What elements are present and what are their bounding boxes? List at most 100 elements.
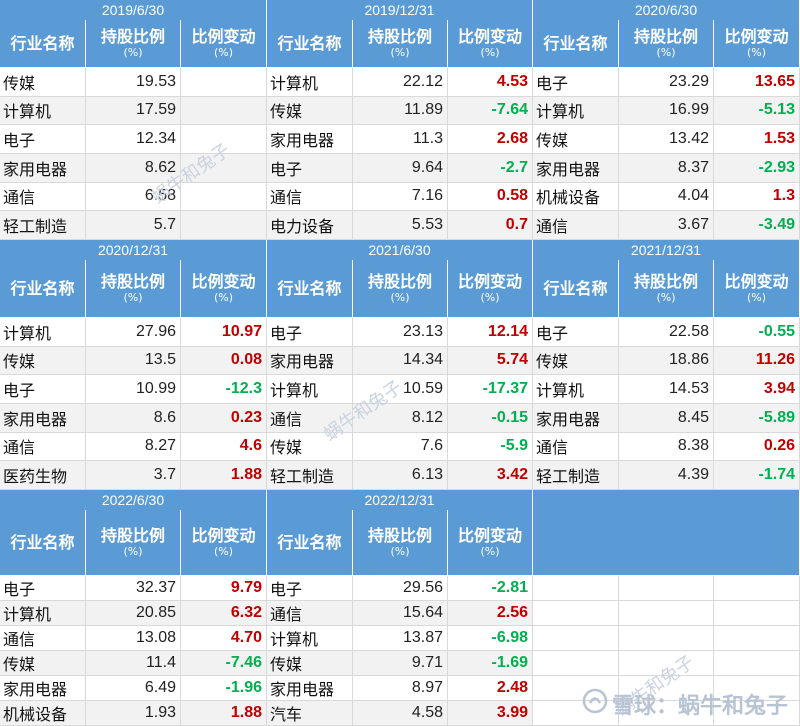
table-row: 轻工制造 6.13 3.42 — [267, 461, 533, 490]
table-row: 通信 8.27 4.6 — [0, 432, 267, 462]
holding-value: 10.59 — [353, 375, 448, 403]
change-value: 13.65 — [714, 68, 800, 96]
change-value: -5.9 — [448, 432, 533, 461]
holding-value: 6.49 — [86, 676, 181, 700]
empty-panel — [533, 490, 800, 726]
holding-value: 5.7 — [86, 211, 181, 239]
industry-name: 通信 — [267, 182, 353, 211]
table-row: 通信 6.58 — [0, 182, 267, 212]
empty-cell — [714, 626, 800, 651]
column-header-label: 行业名称 — [277, 33, 342, 53]
column-header-unit: (%) — [390, 291, 410, 304]
industry-name: 轻工制造 — [0, 211, 86, 239]
change-value: 4.53 — [448, 68, 533, 96]
period-table: 2020/6/30 行业名称 持股比例 (%) 比例变动 (%) 电子 23.29 13.65 计… — [533, 0, 800, 240]
empty-cell — [714, 651, 800, 676]
period-date: 2020/6/30 — [533, 0, 800, 21]
empty-cell — [714, 576, 800, 601]
change-value: -0.55 — [714, 318, 800, 346]
industry-name: 传媒 — [0, 68, 86, 96]
holding-value: 6.58 — [86, 182, 181, 211]
industry-name: 电子 — [267, 154, 353, 182]
table-row: 通信 13.08 4.70 — [0, 626, 267, 651]
change-value: -3.49 — [714, 211, 800, 239]
industry-name: 计算机 — [533, 96, 619, 125]
industry-name: 电子 — [533, 68, 619, 96]
change-value: -2.7 — [448, 154, 533, 182]
holding-value: 3.67 — [619, 211, 714, 239]
holding-value: 8.6 — [86, 404, 181, 432]
industry-name: 家用电器 — [267, 346, 353, 375]
holding-value: 9.64 — [353, 154, 448, 182]
change-column-header: 比例变动 (%) — [181, 20, 267, 68]
industry-name: 汽车 — [267, 701, 353, 725]
change-value: -2.93 — [714, 154, 800, 182]
table-row: 传媒 11.89 -7.64 — [267, 96, 533, 126]
empty-cell — [533, 626, 619, 651]
change-value: 4.6 — [181, 432, 267, 461]
column-header-label: 比例变动 — [457, 526, 522, 545]
empty-cell — [714, 701, 800, 726]
change-value: -6.98 — [448, 626, 533, 650]
industry-name: 通信 — [0, 432, 86, 461]
column-header-unit: (%) — [656, 46, 676, 59]
change-value: 10.97 — [181, 318, 267, 346]
holding-value: 17.59 — [86, 96, 181, 125]
table-row: 家用电器 6.49 -1.96 — [0, 676, 267, 701]
column-header-unit: (%) — [390, 545, 410, 558]
industry-name: 电子 — [533, 318, 619, 346]
change-value: 6.32 — [181, 601, 267, 625]
change-value: 0.08 — [181, 346, 267, 375]
holding-value: 6.13 — [353, 461, 448, 489]
holding-column-header: 持股比例 (%) — [619, 260, 714, 318]
period-table: 2022/12/31 行业名称 持股比例 (%) 比例变动 (%) 电子 29.56 -2.81… — [267, 490, 533, 726]
industry-name: 家用电器 — [267, 676, 353, 700]
column-header-unit: (%) — [123, 291, 143, 304]
column-header-label: 持股比例 — [100, 526, 165, 545]
table-row: 电子 12.34 — [0, 125, 267, 154]
column-header-label: 比例变动 — [724, 272, 789, 291]
table-row: 机械设备 4.04 1.3 — [533, 182, 800, 212]
industry-name: 传媒 — [267, 96, 353, 125]
industry-name: 家用电器 — [0, 676, 86, 700]
holding-value: 11.3 — [353, 125, 448, 153]
change-value: -1.96 — [181, 676, 267, 700]
table-row: 电子 29.56 -2.81 — [267, 576, 533, 601]
industry-name: 计算机 — [267, 626, 353, 650]
empty-cell — [533, 576, 619, 601]
table-row: 电子 32.37 9.79 — [0, 576, 267, 601]
holding-value: 8.37 — [619, 154, 714, 182]
period-table: 2019/6/30 行业名称 持股比例 (%) 比例变动 (%) 传媒 19.53 计算机 17.… — [0, 0, 267, 240]
industry-name: 通信 — [267, 601, 353, 625]
column-header-label: 持股比例 — [633, 27, 698, 46]
change-column-header: 比例变动 (%) — [714, 20, 800, 68]
table-row: 家用电器 8.45 -5.89 — [533, 404, 800, 433]
table-row: 通信 15.64 2.56 — [267, 601, 533, 626]
holding-value: 8.62 — [86, 154, 181, 182]
column-header-label: 持股比例 — [100, 27, 165, 46]
industry-name: 计算机 — [0, 318, 86, 346]
column-header-label: 持股比例 — [367, 526, 432, 545]
table-row: 传媒 9.71 -1.69 — [267, 651, 533, 676]
industry-column-header: 行业名称 — [267, 260, 353, 318]
industry-name: 传媒 — [533, 125, 619, 153]
change-value: 3.99 — [448, 701, 533, 725]
holding-value: 8.12 — [353, 404, 448, 432]
change-value: 0.7 — [448, 211, 533, 239]
industry-column-header: 行业名称 — [267, 20, 353, 68]
change-value: -5.13 — [714, 96, 800, 125]
table-row: 电子 22.58 -0.55 — [533, 318, 800, 347]
industry-name: 电力设备 — [267, 211, 353, 239]
holding-value: 27.96 — [86, 318, 181, 346]
holding-value: 7.16 — [353, 182, 448, 211]
change-value: -12.3 — [181, 375, 267, 403]
table-row: 电力设备 5.53 0.7 — [267, 211, 533, 240]
holding-value: 10.99 — [86, 375, 181, 403]
column-header-unit: (%) — [123, 545, 143, 558]
holding-value: 13.87 — [353, 626, 448, 650]
industry-column-header: 行业名称 — [267, 510, 353, 576]
holding-value: 3.7 — [86, 461, 181, 489]
table-row: 家用电器 8.37 -2.93 — [533, 154, 800, 183]
column-header-unit: (%) — [213, 46, 234, 59]
industry-name: 通信 — [267, 404, 353, 432]
